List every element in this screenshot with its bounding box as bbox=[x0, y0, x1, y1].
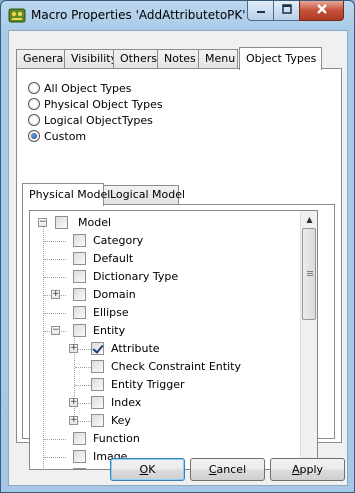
tree-checkbox[interactable] bbox=[73, 288, 86, 301]
tree-item-label[interactable]: Category bbox=[93, 232, 143, 250]
tab-visibility[interactable]: Visibility bbox=[64, 49, 117, 69]
apply-button[interactable]: Apply bbox=[270, 458, 345, 481]
tree-line bbox=[44, 259, 66, 260]
tree-item-label[interactable]: Ellipse bbox=[93, 304, 129, 322]
cancel-button[interactable]: Cancel bbox=[190, 458, 265, 481]
ok-label-rest: K bbox=[148, 463, 156, 476]
tree-checkbox[interactable] bbox=[73, 432, 86, 445]
tree-checkbox[interactable] bbox=[73, 450, 86, 463]
radio-button-selected[interactable] bbox=[28, 130, 40, 142]
tab-notes[interactable]: Notes bbox=[157, 49, 199, 69]
collapse-icon[interactable]: − bbox=[38, 218, 47, 227]
title-bar[interactable]: Macro Properties 'AddAttributetoPK' bbox=[1, 1, 354, 29]
expand-icon[interactable]: + bbox=[69, 398, 78, 407]
radio-physical-object-types[interactable]: Physical Object Types bbox=[28, 96, 163, 112]
tree-line bbox=[75, 385, 91, 386]
tree-checkbox[interactable] bbox=[73, 234, 86, 247]
maximize-icon bbox=[281, 4, 292, 17]
tree-vertical-scrollbar[interactable]: ▲ ▼ bbox=[300, 211, 317, 469]
maximize-button[interactable] bbox=[273, 1, 300, 21]
grip-line bbox=[307, 273, 313, 274]
tree-item-label[interactable]: Dictionary Type bbox=[93, 268, 178, 286]
tab-logical-model[interactable]: Logical Model bbox=[103, 185, 185, 205]
tab-menu[interactable]: Menu bbox=[198, 49, 238, 69]
apply-mnemonic: A bbox=[291, 463, 300, 476]
tree-line bbox=[44, 457, 66, 458]
physical-model-page: ▲ ▼ − ModelCategoryDefaultDictionary Type… bbox=[22, 204, 335, 470]
radio-button[interactable] bbox=[28, 98, 40, 110]
radio-button[interactable] bbox=[28, 114, 40, 126]
radio-custom[interactable]: Custom bbox=[28, 128, 86, 144]
window-title: Macro Properties 'AddAttributetoPK' bbox=[31, 8, 246, 22]
macro-app-icon bbox=[8, 6, 26, 24]
tree-checkbox[interactable] bbox=[91, 378, 104, 391]
radio-label: All Object Types bbox=[44, 81, 132, 95]
tree-item-label[interactable]: Check Constraint Entity bbox=[111, 358, 241, 376]
tree-checkbox[interactable] bbox=[73, 252, 86, 265]
model-tabstrip: Physical Model Logical Model bbox=[22, 183, 322, 206]
tree-checkbox[interactable] bbox=[91, 396, 104, 409]
collapse-icon[interactable]: − bbox=[51, 326, 60, 335]
expand-icon[interactable]: + bbox=[69, 416, 78, 425]
tree-item-label[interactable]: Key bbox=[111, 412, 131, 430]
tree-checkbox[interactable] bbox=[91, 414, 104, 427]
grip-line bbox=[307, 275, 313, 276]
tree-line bbox=[75, 367, 91, 368]
tree-line bbox=[44, 241, 66, 242]
close-button[interactable] bbox=[299, 1, 344, 21]
tree-checkbox[interactable] bbox=[73, 306, 86, 319]
tab-physical-model[interactable]: Physical Model bbox=[22, 183, 110, 206]
radio-all-object-types[interactable]: All Object Types bbox=[28, 80, 131, 96]
tree-line bbox=[44, 439, 66, 440]
tree-checkbox[interactable] bbox=[73, 468, 86, 469]
tab-object-types[interactable]: Object Types bbox=[239, 47, 322, 70]
apply-label-rest: pply bbox=[299, 463, 324, 476]
tree-checkbox[interactable] bbox=[55, 216, 68, 229]
tree-line bbox=[43, 223, 44, 469]
tree-item-label[interactable]: Default bbox=[93, 250, 133, 268]
object-type-tree[interactable]: ▲ ▼ − ModelCategoryDefaultDictionary Type… bbox=[29, 210, 318, 470]
cancel-mnemonic: C bbox=[208, 463, 217, 476]
tree-checkbox[interactable] bbox=[73, 324, 86, 337]
radio-label: Custom bbox=[44, 129, 87, 143]
tree-checkbox[interactable] bbox=[91, 342, 104, 355]
scroll-up-arrow-icon[interactable]: ▲ bbox=[301, 211, 317, 228]
minimize-button[interactable] bbox=[247, 1, 274, 21]
radio-button[interactable] bbox=[28, 82, 40, 94]
tab-others[interactable]: Others bbox=[113, 49, 158, 69]
main-tabstrip: General Visibility Others Notes Menu Obj… bbox=[16, 47, 336, 70]
close-icon bbox=[316, 3, 328, 18]
tree-item-label[interactable]: Domain bbox=[93, 286, 136, 304]
tree-checkbox[interactable] bbox=[91, 360, 104, 373]
object-types-page: All Object Types Physical Object Types L… bbox=[16, 68, 342, 470]
dialog-client-area: General Visibility Others Notes Menu Obj… bbox=[8, 30, 348, 486]
radio-label: Logical ObjectTypes bbox=[44, 113, 153, 127]
radio-logical-object-types[interactable]: Logical ObjectTypes bbox=[28, 112, 153, 128]
macro-properties-window: Macro Properties 'AddAttributetoPK' Gene… bbox=[0, 0, 355, 493]
grip-line bbox=[307, 271, 313, 272]
tree-checkbox[interactable] bbox=[73, 270, 86, 283]
tree-item-label[interactable]: Entity Trigger bbox=[111, 376, 185, 394]
minimize-icon bbox=[256, 4, 266, 17]
expand-icon[interactable]: + bbox=[69, 344, 78, 353]
tab-general[interactable]: General bbox=[16, 49, 66, 69]
cancel-label-rest: ancel bbox=[216, 463, 247, 476]
ok-mnemonic: O bbox=[139, 463, 149, 476]
scroll-thumb[interactable] bbox=[302, 228, 316, 320]
ok-button[interactable]: OK bbox=[110, 458, 185, 481]
tree-item-label[interactable]: Attribute bbox=[111, 340, 160, 358]
tree-line bbox=[44, 313, 66, 314]
expand-icon[interactable]: + bbox=[51, 290, 60, 299]
tree-item-label[interactable]: Index bbox=[111, 394, 141, 412]
radio-label: Physical Object Types bbox=[44, 97, 163, 111]
tree-item-label[interactable]: Entity bbox=[93, 322, 125, 340]
tree-item-label[interactable]: Function bbox=[93, 430, 140, 448]
tree-item-label[interactable]: Model bbox=[78, 214, 111, 232]
tree-line bbox=[44, 277, 66, 278]
